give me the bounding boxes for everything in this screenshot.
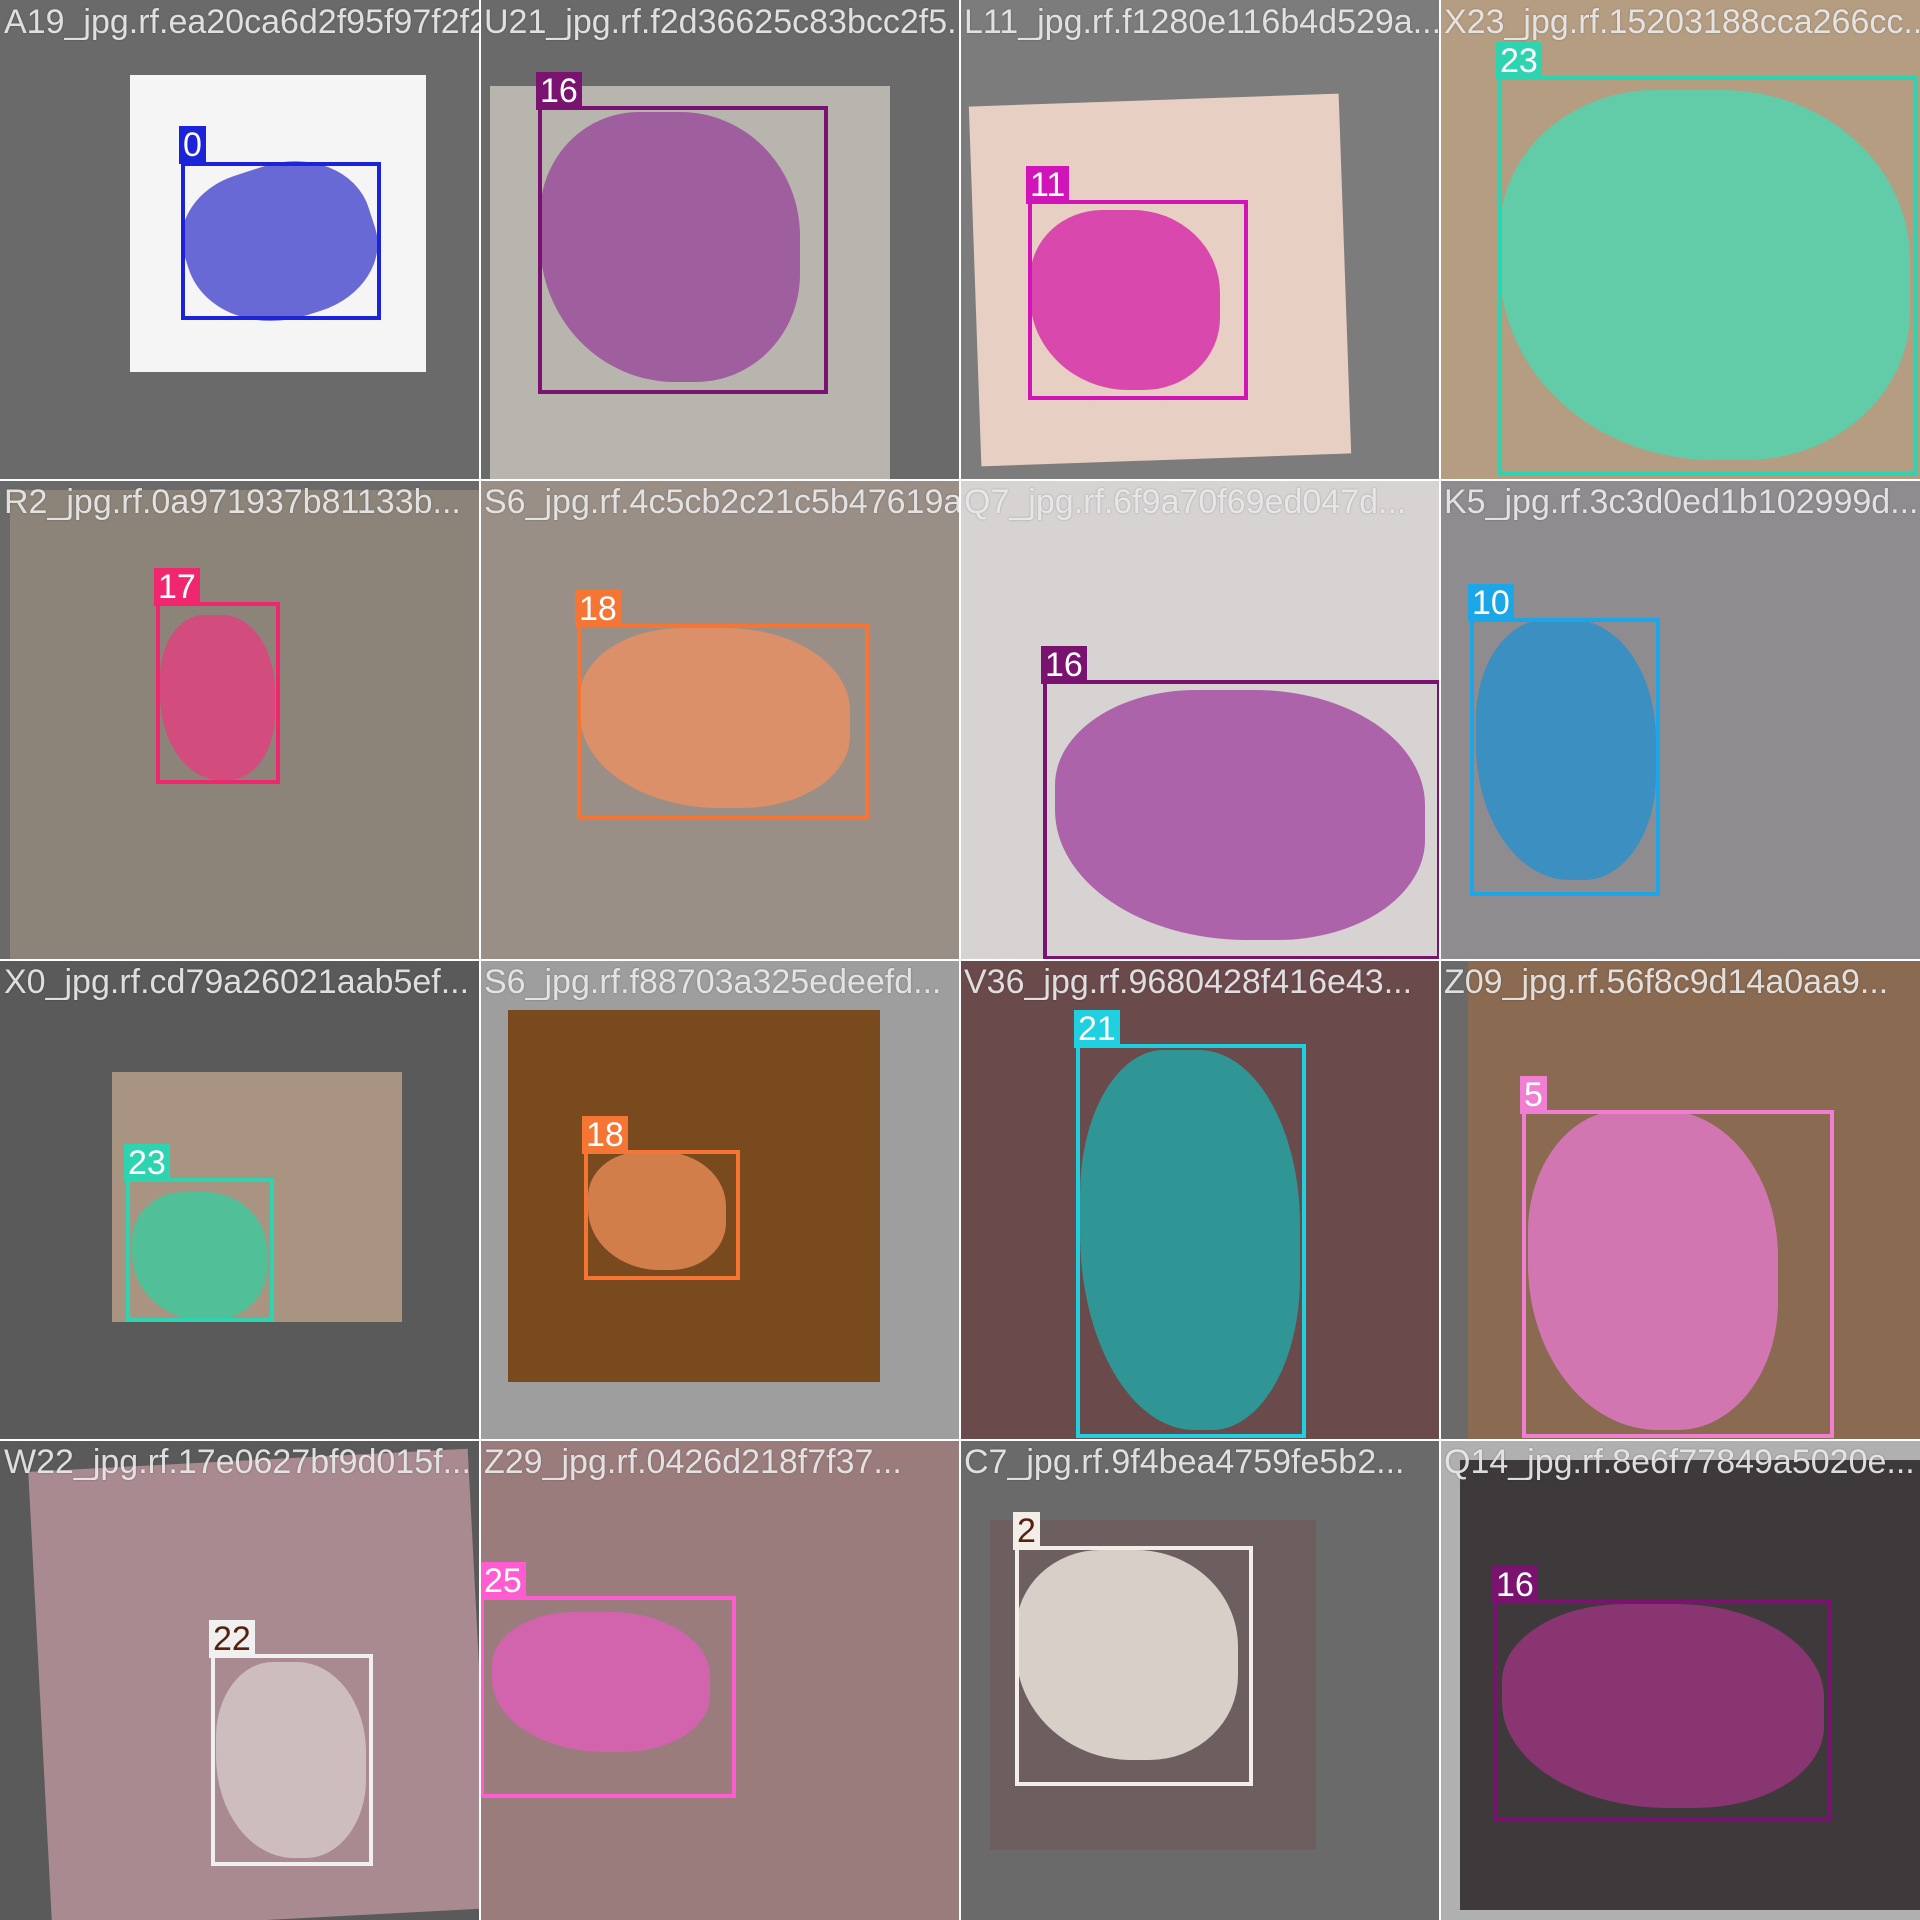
- filename: K5_jpg.rf.3c3d0ed1b102999d...: [1444, 483, 1919, 521]
- filename: U21_jpg.rf.f2d36625c83bcc2f5...: [484, 3, 960, 41]
- bounding-box: [1076, 1044, 1306, 1438]
- tile: 16 Q7_jpg.rf.6f9a70f69ed047d...: [960, 480, 1440, 960]
- tile: 22 W22_jpg.rf.17e0627bf9d015f...: [0, 1440, 480, 1920]
- bounding-box: [577, 624, 869, 820]
- class-label: 22: [209, 1620, 255, 1658]
- bounding-box: [156, 602, 280, 784]
- class-label: 18: [582, 1116, 628, 1154]
- tile: 2 C7_jpg.rf.9f4bea4759fe5b2...: [960, 1440, 1440, 1920]
- mosaic-grid: 0 A19_jpg.rf.ea20ca6d2f95f97f2f24... 16 …: [0, 0, 1920, 1920]
- class-label: 16: [536, 72, 582, 110]
- filename: X0_jpg.rf.cd79a26021aab5ef...: [4, 963, 470, 1001]
- class-label: 16: [1041, 646, 1087, 684]
- filename: V36_jpg.rf.9680428f416e43...: [964, 963, 1413, 1001]
- class-label: 21: [1074, 1010, 1120, 1048]
- filename: S6_jpg.rf.f88703a325edeefd...: [484, 963, 942, 1001]
- bounding-box: [584, 1150, 740, 1280]
- class-label: 16: [1492, 1566, 1538, 1604]
- bounding-box: [1470, 618, 1660, 896]
- filename: Z29_jpg.rf.0426d218f7f37...: [484, 1443, 902, 1481]
- tile: 5 Z09_jpg.rf.56f8c9d14a0aa9...: [1440, 960, 1920, 1440]
- tile: 18 S6_jpg.rf.4c5cb2c21c5b47619a...: [480, 480, 960, 960]
- filename: C7_jpg.rf.9f4bea4759fe5b2...: [964, 1443, 1405, 1481]
- tile: 17 R2_jpg.rf.0a971937b81133b...: [0, 480, 480, 960]
- tile: 25 Z29_jpg.rf.0426d218f7f37...: [480, 1440, 960, 1920]
- filename: Q7_jpg.rf.6f9a70f69ed047d...: [964, 483, 1407, 521]
- bounding-box: [211, 1654, 373, 1866]
- class-label: 5: [1520, 1076, 1547, 1114]
- filename: A19_jpg.rf.ea20ca6d2f95f97f2f24...: [4, 3, 480, 41]
- filename: R2_jpg.rf.0a971937b81133b...: [4, 483, 461, 521]
- class-label: 25: [480, 1562, 526, 1600]
- class-label: 18: [575, 590, 621, 628]
- filename: X23_jpg.rf.15203188cca266cc...: [1444, 3, 1920, 41]
- tile: 23 X0_jpg.rf.cd79a26021aab5ef...: [0, 960, 480, 1440]
- bounding-box: [538, 106, 828, 394]
- tile: 23 X23_jpg.rf.15203188cca266cc...: [1440, 0, 1920, 480]
- bounding-box: [126, 1178, 274, 1322]
- filename: L11_jpg.rf.f1280e116b4d529a...: [964, 3, 1440, 41]
- class-label: 17: [154, 568, 200, 606]
- filename: Z09_jpg.rf.56f8c9d14a0aa9...: [1444, 963, 1889, 1001]
- bounding-box: [1498, 76, 1918, 476]
- class-label: 11: [1026, 166, 1070, 204]
- class-label: 23: [124, 1144, 170, 1182]
- tile: 16 Q14_jpg.rf.8e6f77849a5020e...: [1440, 1440, 1920, 1920]
- filename: W22_jpg.rf.17e0627bf9d015f...: [4, 1443, 471, 1481]
- tile: 16 U21_jpg.rf.f2d36625c83bcc2f5...: [480, 0, 960, 480]
- bounding-box: [1028, 200, 1248, 400]
- bounding-box: [1015, 1546, 1253, 1786]
- bounding-box: [181, 162, 381, 320]
- grid-divider: [0, 959, 1920, 961]
- bounding-box: [1494, 1600, 1832, 1822]
- tile: 18 S6_jpg.rf.f88703a325edeefd...: [480, 960, 960, 1440]
- bounding-box: [480, 1596, 736, 1798]
- class-label: 10: [1468, 584, 1514, 622]
- grid-divider: [0, 1439, 1920, 1441]
- bounding-box: [1043, 680, 1440, 960]
- filename: S6_jpg.rf.4c5cb2c21c5b47619a...: [484, 483, 960, 521]
- class-label: 2: [1013, 1512, 1040, 1550]
- tile: 21 V36_jpg.rf.9680428f416e43...: [960, 960, 1440, 1440]
- grid-divider: [0, 479, 1920, 481]
- class-label: 23: [1496, 42, 1542, 80]
- tile: 11 L11_jpg.rf.f1280e116b4d529a...: [960, 0, 1440, 480]
- bounding-box: [1522, 1110, 1834, 1438]
- tile: 10 K5_jpg.rf.3c3d0ed1b102999d...: [1440, 480, 1920, 960]
- class-label: 0: [179, 126, 206, 164]
- tile: 0 A19_jpg.rf.ea20ca6d2f95f97f2f24...: [0, 0, 480, 480]
- filename: Q14_jpg.rf.8e6f77849a5020e...: [1444, 1443, 1915, 1481]
